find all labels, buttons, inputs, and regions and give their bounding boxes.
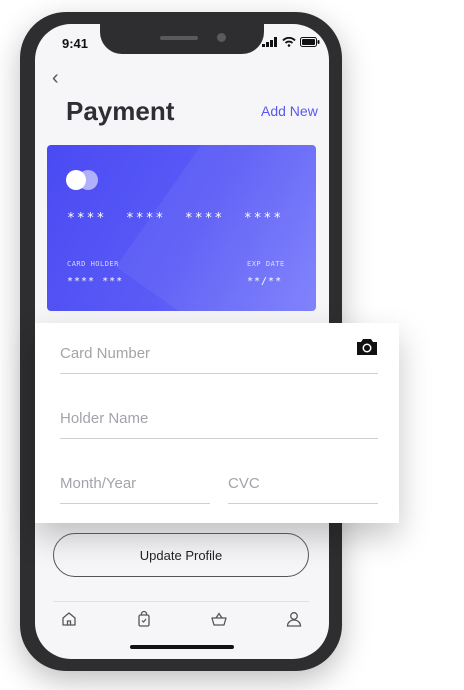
basket-icon[interactable] bbox=[210, 610, 228, 628]
exp-date-label: EXP DATE bbox=[247, 260, 285, 268]
back-chevron-icon[interactable]: ‹ bbox=[52, 68, 59, 88]
phone-notch bbox=[100, 24, 264, 54]
wifi-icon bbox=[282, 37, 296, 47]
card-holder-value: **** *** bbox=[67, 276, 124, 287]
add-new-link[interactable]: Add New bbox=[261, 103, 318, 119]
battery-icon bbox=[300, 37, 320, 47]
home-indicator bbox=[130, 645, 234, 649]
card-number-placeholder: Card Number bbox=[60, 345, 151, 362]
speaker bbox=[160, 36, 198, 40]
tabbar-divider bbox=[53, 601, 309, 602]
card-number: **** **** **** **** bbox=[67, 211, 284, 226]
month-year-placeholder: Month/Year bbox=[60, 475, 137, 492]
page-title: Payment bbox=[66, 96, 175, 126]
exp-date-value: **/** bbox=[247, 276, 283, 287]
card-form: Card Number Holder Name Month/Year CVC bbox=[35, 323, 399, 523]
home-icon[interactable] bbox=[60, 610, 78, 628]
status-icons bbox=[262, 37, 320, 47]
user-icon[interactable] bbox=[285, 610, 303, 628]
update-profile-button[interactable]: Update Profile bbox=[53, 533, 309, 577]
card-sheen bbox=[115, 145, 316, 311]
cvc-field[interactable]: CVC bbox=[228, 475, 378, 504]
signal-icon bbox=[262, 37, 277, 47]
card-brand-logo bbox=[66, 170, 100, 190]
card-number-field[interactable]: Card Number bbox=[60, 339, 378, 374]
month-year-field[interactable]: Month/Year bbox=[60, 475, 210, 504]
holder-name-field[interactable]: Holder Name bbox=[60, 410, 378, 439]
front-camera bbox=[217, 33, 226, 42]
credit-card: **** **** **** **** CARD HOLDER **** ***… bbox=[47, 145, 316, 311]
shopping-bag-icon[interactable] bbox=[135, 610, 153, 628]
status-time: 9:41 bbox=[62, 36, 89, 51]
holder-name-placeholder: Holder Name bbox=[60, 410, 149, 427]
camera-icon[interactable] bbox=[356, 338, 378, 356]
card-holder-label: CARD HOLDER bbox=[67, 260, 119, 268]
cvc-placeholder: CVC bbox=[228, 475, 260, 492]
